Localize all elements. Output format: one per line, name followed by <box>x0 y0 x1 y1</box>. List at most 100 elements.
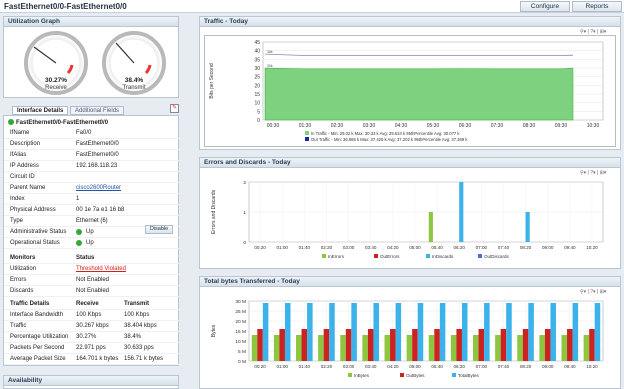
bytes-title: Total bytes Transferred - Today <box>200 277 620 287</box>
legend-swatch <box>400 373 404 377</box>
interface-row[interactable]: Parent Name cisco2600Router <box>4 183 182 194</box>
y-tick-label: 30 M <box>235 299 246 305</box>
bar-inbytes <box>273 335 280 361</box>
traffic-panel: Traffic - Today ⚲▾ | ?▾ | ⊞▾ 45 40 35 30 25 2… <box>199 16 621 150</box>
bar-outbytes <box>390 329 396 361</box>
interface-row: Circuit ID <box>4 172 182 183</box>
y-tick-label: 25 M <box>235 309 246 315</box>
bar-inbytes <box>583 335 590 361</box>
bar-outbytes <box>478 329 485 361</box>
y-tick-label: 15 <box>254 92 260 98</box>
metric-label: Average Packet Size <box>10 356 66 362</box>
column-header: Traffic Details <box>10 301 50 307</box>
y-tick-label: 15 M <box>235 329 246 335</box>
transmit-value: 38.404 kbps <box>124 323 157 329</box>
field-label: Circuit ID <box>10 174 35 180</box>
interface-row: Physical Address 00 1e 7a e1 16 b8 <box>4 205 182 216</box>
out-legend-label: Out Traffic - Min: 36.985 k Max: 37.425 … <box>311 137 468 142</box>
utilization-panel: Utilization Graph 30.27% Receive 38.4% T… <box>3 16 179 98</box>
y-tick-label: 25 <box>254 75 260 81</box>
x-tick-label: 05:00 <box>409 364 421 369</box>
disable-button[interactable]: Disable <box>145 225 173 234</box>
bar-totalbytes <box>528 303 534 361</box>
y-tick-label: 5 M <box>238 349 246 355</box>
y-axis-label: Errors and Discards <box>211 189 217 234</box>
field-value: Up <box>86 240 94 246</box>
x-tick-label: 00:20 <box>254 364 266 369</box>
errors-chart: 2 1 0 00:20 01:00 01:40 02:20 03:00 03:40 04:20 05… <box>211 180 604 259</box>
y-tick-label: 0 M <box>238 359 246 365</box>
x-tick-label: 03:00 <box>343 245 355 250</box>
monitor-row: Utilization Threshold Violated <box>4 264 182 275</box>
y-tick-label: 20 <box>254 83 260 89</box>
configure-button[interactable]: Configure <box>520 1 570 12</box>
x-tick-label: 01:40 <box>299 245 311 250</box>
bar-outbytes <box>567 329 573 361</box>
bar-outbytes <box>522 329 529 361</box>
in-traffic-area <box>264 67 574 121</box>
x-tick-label: 02:30 <box>331 123 344 129</box>
edit-icon[interactable]: ✎ <box>170 104 179 113</box>
legend-label: TotalBytes <box>458 373 480 378</box>
out-marker-label: 38k <box>267 50 273 54</box>
field-value: FastEthernet0/0 <box>76 141 119 147</box>
x-tick-label: 01:40 <box>299 364 311 369</box>
bar-totalbytes <box>550 303 556 361</box>
interface-row: IfName Fa0/0 <box>4 128 182 139</box>
x-tick-label: 07:30 <box>491 123 504 129</box>
bar-indiscards <box>525 212 530 242</box>
bar-outbytes <box>279 329 285 361</box>
field-label: Physical Address <box>10 207 56 213</box>
field-value[interactable]: cisco2600Router <box>76 183 121 194</box>
y-axis-label: Bytes <box>211 324 217 337</box>
in-legend-label: In Traffic - Min: 29.02 k Max: 30.33 k A… <box>311 131 460 136</box>
monitors-header: Monitors Status <box>4 253 182 264</box>
tab-additional-fields[interactable]: Additional Fields <box>70 106 125 115</box>
field-value: FastEthernet0/0 <box>76 152 119 158</box>
bar-outbytes <box>589 329 595 361</box>
monitor-status[interactable]: Threshold Violated <box>76 264 126 275</box>
traffic-chart: 45 40 35 30 25 20 15 10 5 0 38k 30k 00:30 01:30 02:30 0… <box>209 40 604 142</box>
x-tick-label: 07:00 <box>476 245 488 250</box>
x-tick-label: 03:00 <box>343 364 355 369</box>
bar-inbytes <box>450 335 457 361</box>
bar-outbytes <box>323 329 330 361</box>
bar-totalbytes <box>594 303 601 361</box>
utilization-title: Utilization Graph <box>4 17 178 27</box>
x-tick-label: 08:30 <box>523 123 536 129</box>
receive-value: 30.27% <box>76 334 97 340</box>
tab-interface-details[interactable]: Interface Details <box>12 106 69 115</box>
y-axis-label: Bits per Second <box>209 63 215 99</box>
field-label: Type <box>10 218 24 224</box>
receive-value: 100 Kbps <box>76 312 102 318</box>
reports-button[interactable]: Reports <box>572 1 622 12</box>
bytes-chart: 30 M 25 M 20 M 15 M 10 M 5 M 0 M 00:20 01:00 01:4… <box>211 299 604 378</box>
transmit-value: 38.4% <box>124 334 142 340</box>
metric-label: Packets Per Second <box>10 345 65 351</box>
field-value: Fa0/0 <box>76 130 92 136</box>
y-tick-label: 40 <box>254 49 260 55</box>
bar-inbytes <box>473 335 479 361</box>
receive-label: Receive <box>45 85 67 91</box>
in-marker-label: 30k <box>267 64 273 68</box>
interface-details-panel: FastEthernet0/0-FastEthernet0/0 IfName Fa… <box>3 115 182 366</box>
errors-panel: Errors and Discards - Today ⚲▾ | ?▾ | ⊞▾… <box>199 157 621 269</box>
bar-totalbytes <box>484 303 490 361</box>
traffic-details-header: Traffic Details Receive Transmit <box>4 299 182 310</box>
monitor-row: Errors Not Enabled <box>4 275 182 286</box>
interface-row: Description FastEthernet0/0 <box>4 139 182 150</box>
bar-inbytes <box>251 335 258 361</box>
bar-totalbytes <box>506 303 512 361</box>
traffic-detail-row: Percentage Utilization 30.27% 38.4% <box>4 332 182 343</box>
monitor-status: Not Enabled <box>76 277 110 283</box>
metric-label: Percentage Utilization <box>10 334 69 340</box>
traffic-title: Traffic - Today <box>200 17 620 27</box>
legend-swatch <box>322 254 326 258</box>
bar-totalbytes <box>307 303 313 361</box>
x-tick-label: 05:40 <box>431 364 443 369</box>
x-tick-label: 00:20 <box>254 245 266 250</box>
field-value: 00 1e 7a e1 16 b8 <box>76 207 125 213</box>
bar-inbytes <box>495 335 501 361</box>
field-label: Parent Name <box>10 185 46 191</box>
monitor-label: Errors <box>10 277 27 283</box>
